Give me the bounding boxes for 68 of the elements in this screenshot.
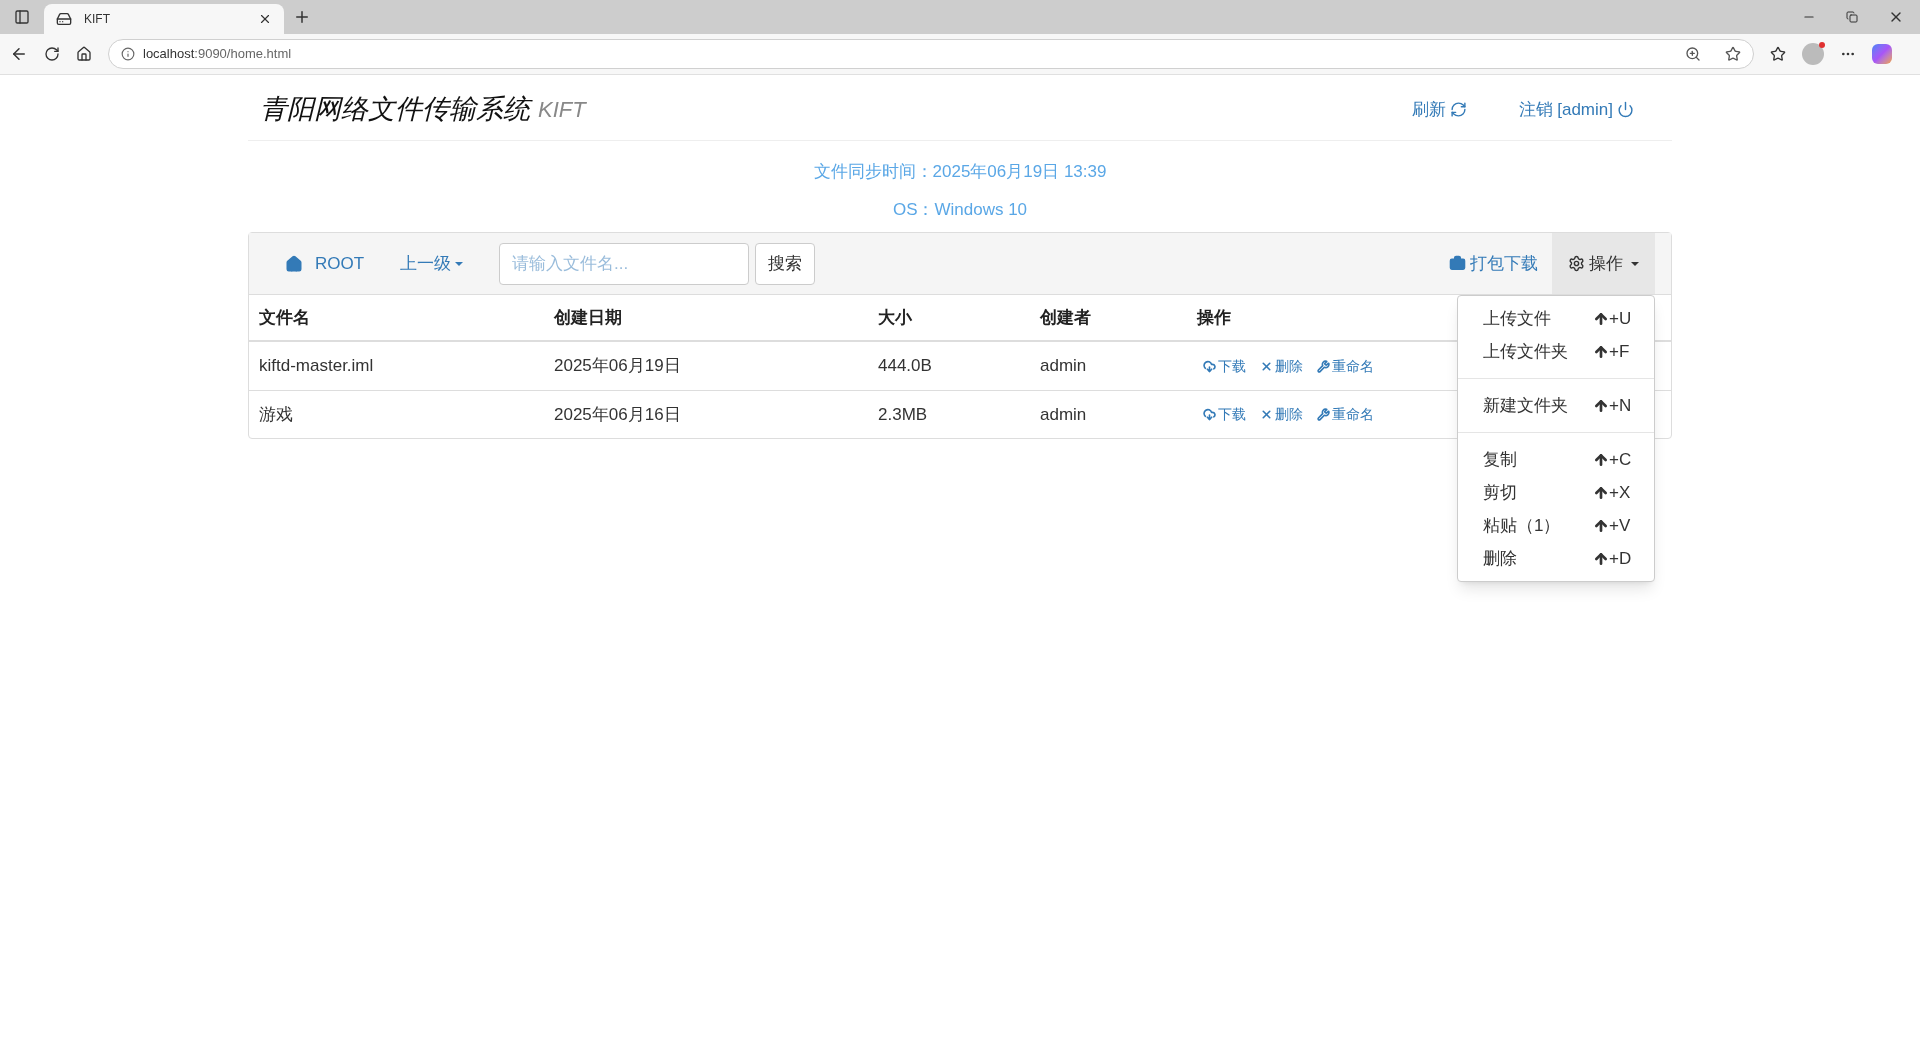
menu-item[interactable]: 粘贴（1） +V [1458, 509, 1654, 542]
table-cell-text: admin [1040, 403, 1088, 426]
column-header: 创建者 [1040, 306, 1092, 329]
caret-icon [455, 261, 464, 266]
briefcase-icon [1449, 255, 1466, 272]
url-field[interactable]: localhost:9090/home.html [108, 39, 1754, 69]
table-cell-text: 2025年06月16日 [554, 403, 682, 426]
delete-link[interactable]: 删除 [1260, 404, 1303, 425]
menu-item[interactable]: 上传文件 +U [1458, 302, 1654, 335]
info-icon [121, 47, 135, 61]
table-cell-text: kiftd-master.iml [259, 355, 375, 378]
menu-item[interactable]: 复制 +C [1458, 443, 1654, 476]
wrench-icon [1317, 408, 1330, 421]
cloud-download-icon [1203, 408, 1216, 421]
menu-item[interactable]: 剪切 +X [1458, 476, 1654, 509]
sidebar-icon[interactable] [14, 9, 30, 25]
menu-item[interactable]: 上传文件夹 +F [1458, 335, 1654, 368]
parent-dropdown[interactable]: 上一级 [400, 250, 464, 277]
cloud-download-icon [1203, 359, 1216, 373]
table-cell-text: 2.3MB [878, 403, 929, 426]
search-field[interactable]: 请输入文件名... [499, 242, 750, 285]
search-button[interactable]: 搜索 [755, 242, 816, 285]
restore-icon[interactable] [1846, 11, 1858, 23]
close-icon [1260, 359, 1273, 373]
download-link[interactable]: 下载 [1203, 404, 1246, 425]
home-icon [285, 254, 303, 273]
root-link[interactable]: ROOT [285, 250, 365, 277]
profile-avatar[interactable] [1802, 43, 1824, 65]
column-header: 操作 [1197, 306, 1231, 329]
refresh-icon [1449, 101, 1467, 118]
table-cell-text: 2025年06月19日 [554, 355, 682, 378]
drive-icon [56, 11, 72, 27]
column-header: 文件名 [259, 306, 311, 329]
column-header: 创建日期 [554, 306, 623, 329]
menu-item[interactable]: 新建文件夹 +N [1458, 389, 1654, 422]
rename-link[interactable]: 重命名 [1317, 404, 1374, 425]
favorites-icon[interactable] [1770, 46, 1786, 62]
new-tab-icon[interactable] [293, 8, 311, 26]
column-header: 大小 [878, 306, 913, 329]
rename-link[interactable]: 重命名 [1317, 355, 1374, 377]
caret-icon [1631, 261, 1639, 266]
operations-dropdown[interactable]: 操作 [1552, 233, 1655, 294]
reload-icon[interactable] [44, 46, 60, 62]
tab-title: KIFT [84, 11, 111, 28]
url-text: localhost:9090/home.html [143, 45, 293, 64]
table-cell-text: 444.0B [878, 355, 933, 378]
close-icon [1260, 408, 1273, 421]
back-icon[interactable] [10, 45, 28, 63]
refresh-link[interactable]: 刷新 [1411, 96, 1467, 123]
close-icon[interactable] [258, 12, 272, 26]
logout-link[interactable]: 注销 [admin] [1518, 96, 1634, 123]
pack-download-link[interactable]: 打包下载 [1449, 250, 1538, 277]
gear-icon [1568, 255, 1585, 272]
info-text: OS：Windows 10 [892, 198, 1028, 221]
table-cell-text: 游戏 [259, 403, 294, 426]
copilot-icon[interactable] [1872, 44, 1892, 64]
info-text: 文件同步时间：2025年06月19日 13:39 [813, 161, 1107, 183]
table-cell-text: admin [1040, 355, 1088, 378]
browser-tab[interactable]: KIFT [44, 4, 284, 34]
home-icon[interactable] [76, 46, 92, 62]
app-subtitle: KIFT [538, 96, 586, 124]
star-icon[interactable] [1725, 46, 1741, 62]
delete-link[interactable]: 删除 [1260, 355, 1303, 377]
menu-item[interactable]: 删除 +D [1458, 542, 1654, 575]
download-link[interactable]: 下载 [1203, 355, 1246, 377]
power-icon [1617, 101, 1634, 118]
zoom-icon[interactable] [1685, 46, 1701, 62]
wrench-icon [1317, 359, 1330, 373]
